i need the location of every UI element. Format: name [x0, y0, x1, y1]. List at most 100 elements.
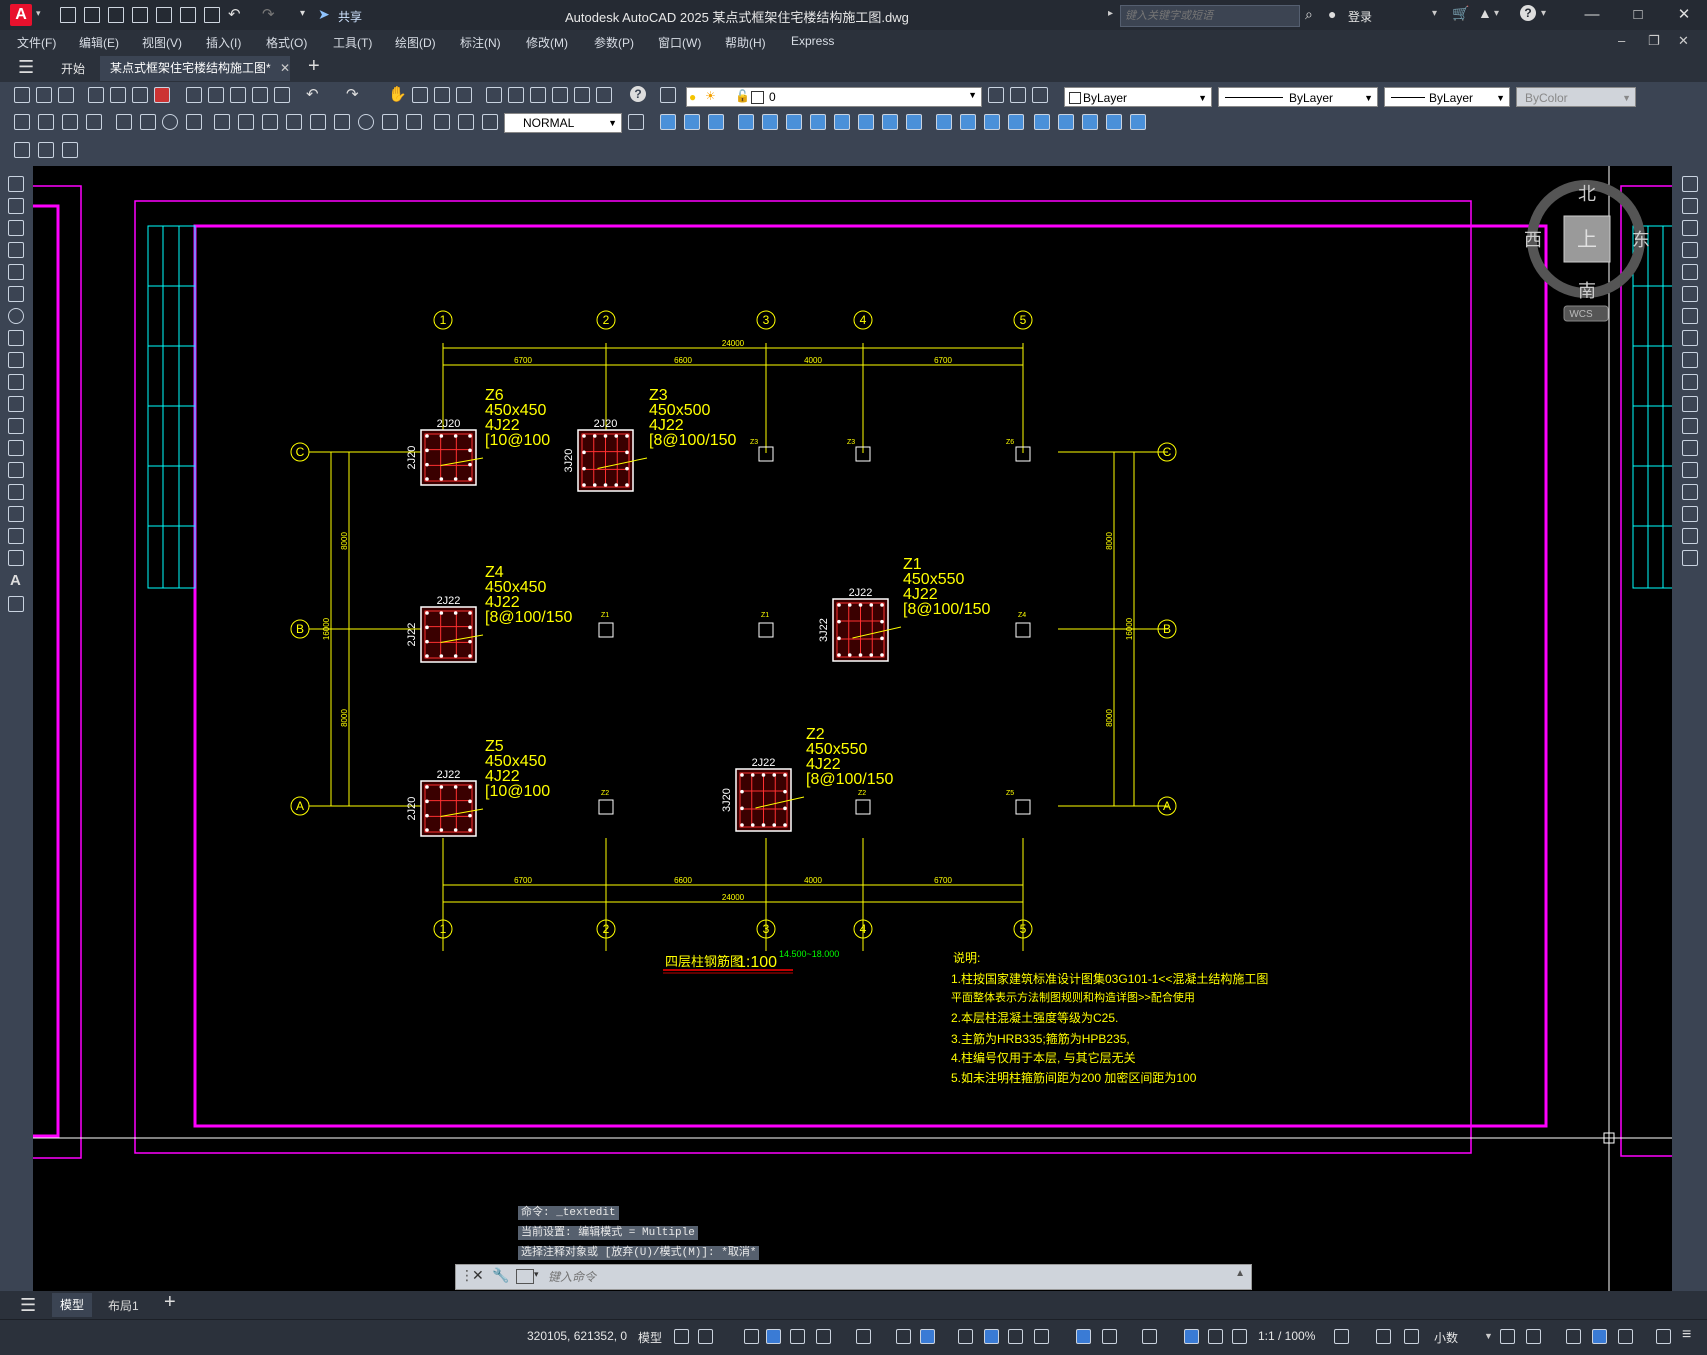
viewcube-west[interactable]: 西 [1524, 230, 1542, 250]
units-chevron-icon[interactable]: ▼ [1484, 1331, 1493, 1341]
help-icon[interactable]: ? [1520, 5, 1536, 21]
explode-icon[interactable] [1682, 550, 1698, 566]
doc-restore-icon[interactable]: ❐ [1648, 33, 1660, 49]
column-section-z6[interactable]: Z6450x4504J22[10@1002J202J20 [406, 387, 550, 486]
drawing-svg[interactable]: 1 2 3 4 5 1 2 3 4 5 C B A C B A 24000 67… [33, 166, 1672, 1291]
copy-icon[interactable] [208, 87, 224, 103]
command-input[interactable] [546, 1267, 1150, 1287]
lineweight-dropdown-chevron-icon[interactable]: ▼ [1496, 88, 1505, 108]
dim-baseline-icon[interactable] [238, 114, 254, 130]
cut-icon[interactable] [186, 87, 202, 103]
interfere-icon[interactable] [984, 114, 1000, 130]
dim-radius-icon[interactable] [116, 114, 132, 130]
ellipse-arc-icon[interactable] [8, 396, 24, 412]
undo-icon[interactable]: ↶ [228, 5, 241, 23]
close-icon[interactable]: ✕ [1670, 4, 1698, 26]
center-mark-icon[interactable] [358, 114, 374, 130]
gradient-icon[interactable] [8, 506, 24, 522]
new-file-icon[interactable] [60, 7, 76, 23]
column-section-z2[interactable]: Z2450x5504J22[8@100/1502J223J20 [721, 726, 894, 832]
isolate-objects-icon[interactable] [1566, 1329, 1581, 1344]
menu-dimension[interactable]: 标注(N) [460, 34, 501, 51]
sweep-icon[interactable] [786, 114, 802, 130]
ellipse-icon[interactable] [8, 374, 24, 390]
command-history-toggle-icon[interactable]: ▲ [1235, 1268, 1245, 1279]
column-section-z4[interactable]: Z4450x4504J22[8@100/1502J222J22 [406, 564, 573, 663]
properties-icon[interactable] [486, 87, 502, 103]
make-current-icon[interactable] [988, 87, 1004, 103]
autodesk-app-store-icon[interactable]: 🛒 [1452, 5, 1469, 22]
selection-filter-icon[interactable] [1102, 1329, 1117, 1344]
open-icon[interactable] [36, 87, 52, 103]
layer-on-icon[interactable]: ● [689, 90, 696, 104]
block-editor-icon[interactable] [274, 87, 290, 103]
doc-minimize-icon[interactable]: – [1618, 33, 1625, 48]
dim-edit-icon[interactable] [434, 114, 450, 130]
snap-icon[interactable] [698, 1329, 713, 1344]
arc-icon[interactable] [8, 286, 24, 302]
wcs-label[interactable]: WCS [1569, 309, 1593, 320]
3d-move-icon[interactable] [1034, 114, 1050, 130]
tab-close-icon[interactable]: ✕ [280, 56, 290, 81]
new-tab-icon[interactable]: + [308, 55, 320, 78]
help-chevron-icon[interactable]: ▾ [1541, 8, 1546, 19]
infer-constraints-icon[interactable] [744, 1329, 759, 1344]
selection-cycling-icon[interactable] [1008, 1329, 1023, 1344]
tab-start[interactable]: 开始 [48, 58, 98, 80]
menu-window[interactable]: 窗口(W) [658, 34, 701, 51]
viewcube-north[interactable]: 北 [1578, 184, 1596, 204]
layer-states-icon[interactable] [1032, 87, 1048, 103]
viewcube[interactable]: 上 北 南 西 东 WCS [1524, 180, 1650, 322]
tolerance-icon[interactable] [334, 114, 350, 130]
offset-icon[interactable] [1682, 242, 1698, 258]
insert-block-icon[interactable] [8, 418, 24, 434]
isodraft-icon[interactable] [856, 1329, 871, 1344]
cone-icon[interactable] [708, 114, 724, 130]
revision-cloud-icon[interactable] [8, 330, 24, 346]
quick-properties-icon[interactable] [1500, 1329, 1515, 1344]
join-icon[interactable] [1682, 462, 1698, 478]
menu-insert[interactable]: 插入(I) [206, 34, 241, 51]
dim-jogged-icon[interactable] [140, 114, 156, 130]
annotation-visibility-icon[interactable] [1184, 1329, 1199, 1344]
graphics-performance-icon[interactable] [1592, 1329, 1607, 1344]
layer-lock-icon[interactable]: 🔓 [735, 89, 750, 103]
column-section-z5[interactable]: Z5450x4504J22[10@1002J222J20 [406, 738, 550, 837]
minimize-icon[interactable]: — [1578, 4, 1606, 26]
column-section-z3[interactable]: Z3450x5004J22[8@100/1502J203J20 [563, 387, 737, 492]
quick-dim-icon[interactable] [214, 114, 230, 130]
search-input[interactable] [1121, 7, 1299, 25]
array-icon[interactable] [1682, 264, 1698, 280]
scale-icon[interactable] [1682, 330, 1698, 346]
account-chevron-icon[interactable]: ▾ [1494, 8, 1499, 19]
viewcube-east[interactable]: 东 [1632, 230, 1650, 250]
redo-toolbar-icon[interactable]: ↷ [346, 85, 359, 103]
sheet-set-icon[interactable] [552, 87, 568, 103]
move-icon[interactable] [1682, 286, 1698, 302]
linetype-dropdown[interactable]: ByLayer ▼ [1218, 87, 1378, 107]
search-box[interactable] [1120, 5, 1300, 27]
open-file-icon[interactable] [84, 7, 100, 23]
object-snap-tracking-icon[interactable] [896, 1329, 911, 1344]
workspace-switch-icon[interactable] [1334, 1329, 1349, 1344]
app-menu-chevron-icon[interactable]: ▾ [36, 8, 41, 19]
quickcalc-icon[interactable] [596, 87, 612, 103]
add-selected-icon[interactable] [8, 596, 24, 612]
wedge-icon[interactable] [684, 114, 700, 130]
open-from-web-icon[interactable] [156, 7, 172, 23]
slice-icon[interactable] [936, 114, 952, 130]
fullscreen-icon[interactable] [1656, 1329, 1671, 1344]
3d-align-icon[interactable] [1082, 114, 1098, 130]
layer-properties-icon[interactable] [660, 87, 676, 103]
redo-icon[interactable]: ↷ [262, 5, 275, 23]
break-icon[interactable] [1682, 440, 1698, 456]
user-icon[interactable]: ● [1328, 6, 1336, 22]
3d-rotate-icon[interactable] [1058, 114, 1074, 130]
dim-update-icon[interactable] [482, 114, 498, 130]
lineweight-display-icon[interactable] [958, 1329, 973, 1344]
polygon-icon[interactable] [8, 242, 24, 258]
undo-toolbar-icon[interactable]: ↶ [306, 85, 319, 103]
column-section-z1[interactable]: Z1450x5504J22[8@100/1502J223J22 [818, 556, 991, 662]
zoom-previous-icon[interactable] [456, 87, 472, 103]
dim-aligned-icon[interactable] [38, 114, 54, 130]
